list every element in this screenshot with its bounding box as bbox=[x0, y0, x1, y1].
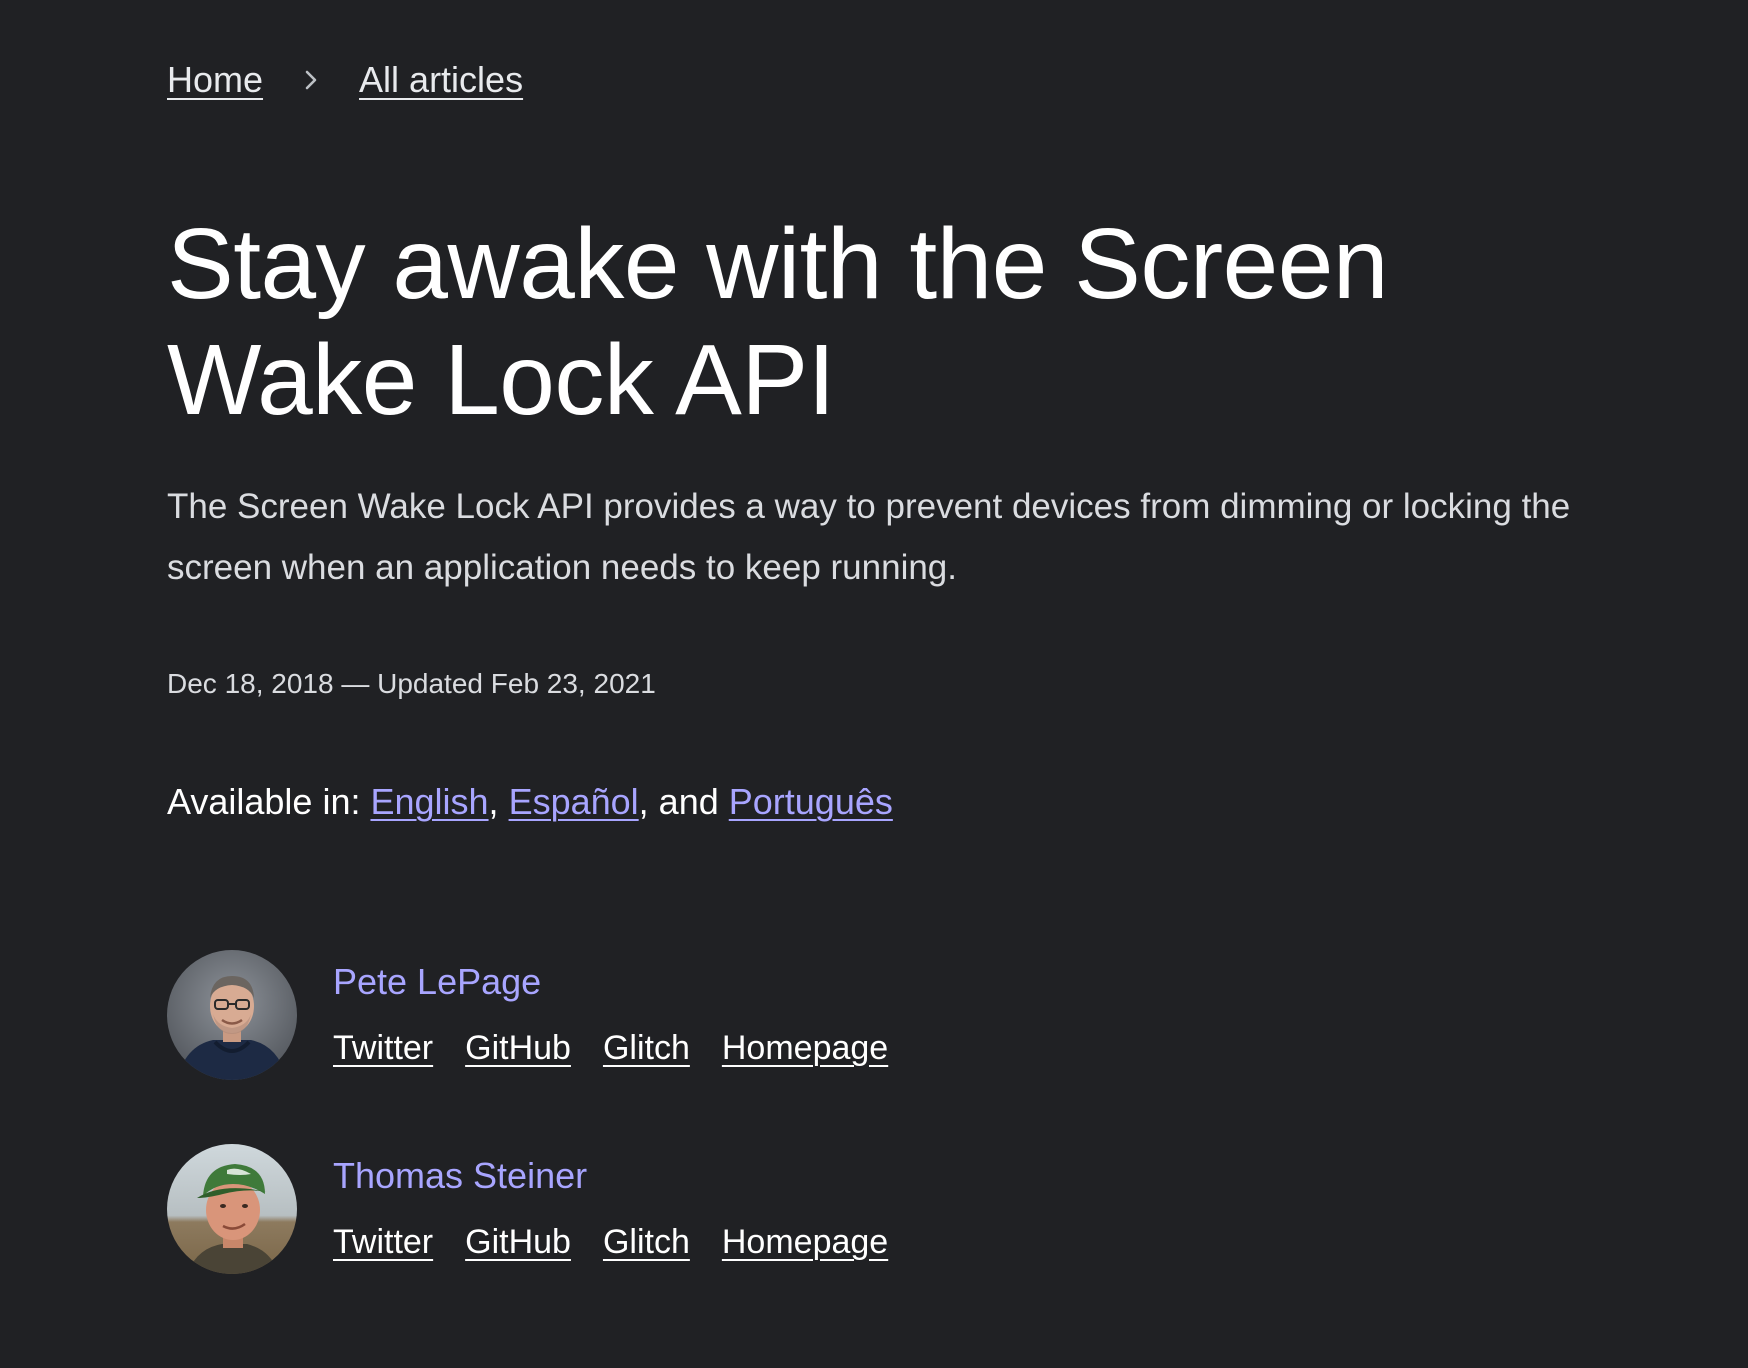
twitter-link[interactable]: Twitter bbox=[333, 1220, 433, 1264]
avatar[interactable] bbox=[167, 950, 297, 1080]
github-link[interactable]: GitHub bbox=[465, 1220, 571, 1264]
twitter-link[interactable]: Twitter bbox=[333, 1026, 433, 1070]
author-social-links: Twitter GitHub Glitch Homepage bbox=[333, 1026, 888, 1070]
breadcrumb: Home All articles bbox=[167, 56, 523, 104]
article-date: Dec 18, 2018 — Updated Feb 23, 2021 bbox=[167, 668, 656, 699]
article-subtitle: The Screen Wake Lock API provides a way … bbox=[167, 487, 1571, 587]
language-link-espanol[interactable]: Español bbox=[509, 781, 639, 822]
language-link-portugues[interactable]: Português bbox=[729, 781, 893, 822]
homepage-link[interactable]: Homepage bbox=[722, 1026, 888, 1070]
author-card: Pete LePage Twitter GitHub Glitch Homepa… bbox=[167, 950, 1067, 1082]
breadcrumb-all-articles-link[interactable]: All articles bbox=[359, 59, 523, 101]
breadcrumb-home-link[interactable]: Home bbox=[167, 59, 263, 101]
chevron-right-icon bbox=[263, 56, 359, 104]
languages-separator: , bbox=[488, 781, 509, 822]
author-name-link[interactable]: Thomas Steiner bbox=[333, 1154, 587, 1198]
languages-prefix: Available in: bbox=[167, 781, 371, 822]
available-languages: Available in: English, Español, and Port… bbox=[167, 778, 893, 826]
author-name-link[interactable]: Pete LePage bbox=[333, 960, 541, 1004]
language-link-english[interactable]: English bbox=[370, 781, 488, 822]
page-title: Stay awake with the Screen Wake Lock API bbox=[167, 208, 1388, 436]
author-card: Thomas Steiner Twitter GitHub Glitch Hom… bbox=[167, 1144, 1067, 1276]
glitch-link[interactable]: Glitch bbox=[603, 1026, 690, 1070]
github-link[interactable]: GitHub bbox=[465, 1026, 571, 1070]
avatar[interactable] bbox=[167, 1144, 297, 1274]
author-social-links: Twitter GitHub Glitch Homepage bbox=[333, 1220, 888, 1264]
homepage-link[interactable]: Homepage bbox=[722, 1220, 888, 1264]
glitch-link[interactable]: Glitch bbox=[603, 1220, 690, 1264]
languages-separator: , and bbox=[638, 781, 729, 822]
